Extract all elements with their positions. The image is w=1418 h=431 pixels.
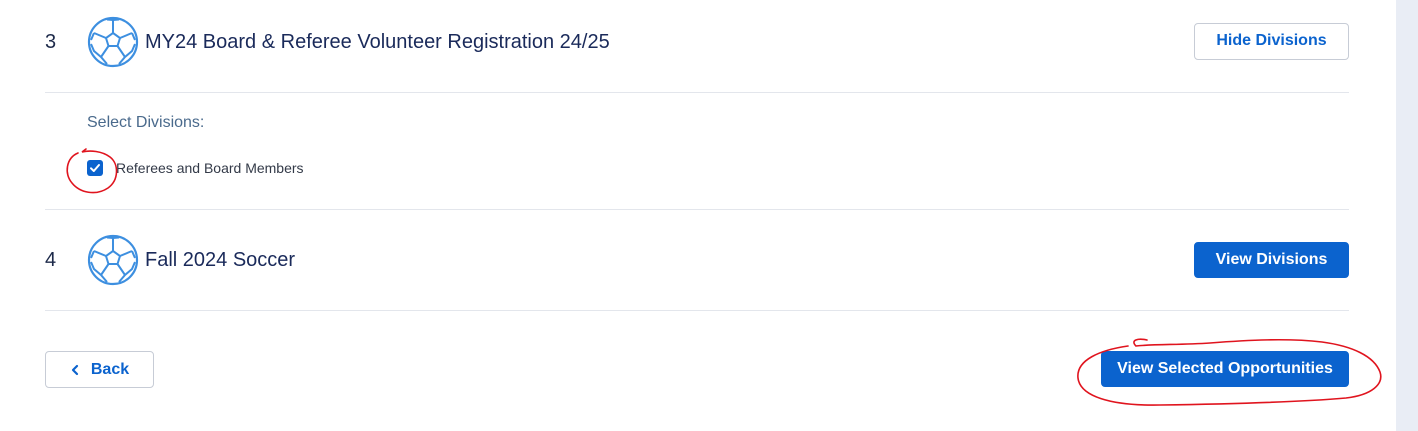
program-row-4: 4 Fall 2024 Soccer View Divisions	[45, 234, 1349, 286]
page: 3 MY24 Board & Referee Volunteer Registr…	[0, 0, 1418, 431]
chevron-left-icon	[71, 364, 78, 375]
division-checkbox[interactable]	[87, 160, 103, 176]
program-row-3: 3 MY24 Board & Referee Volunteer Registr…	[45, 16, 1349, 68]
soccer-ball-icon	[87, 16, 139, 68]
divider	[45, 209, 1349, 210]
program-title: Fall 2024 Soccer	[145, 248, 296, 271]
checkmark-icon	[90, 164, 100, 172]
view-selected-opportunities-button[interactable]: View Selected Opportunities	[1101, 351, 1349, 387]
division-option-label: Referees and Board Members	[116, 160, 304, 176]
select-divisions-label: Select Divisions:	[87, 114, 205, 131]
divider	[45, 92, 1349, 93]
hide-divisions-button[interactable]: Hide Divisions	[1194, 22, 1349, 60]
program-title: MY24 Board & Referee Volunteer Registrat…	[145, 30, 610, 53]
view-divisions-button[interactable]: View Divisions	[1194, 242, 1349, 278]
soccer-ball-icon	[87, 234, 139, 286]
program-number: 3	[45, 30, 57, 53]
divider	[45, 310, 1349, 311]
back-button[interactable]: Back	[45, 351, 154, 388]
scrollbar-track[interactable]	[1396, 0, 1418, 431]
program-number: 4	[45, 248, 57, 271]
division-option[interactable]: Referees and Board Members	[87, 160, 304, 176]
back-button-label: Back	[90, 360, 130, 378]
